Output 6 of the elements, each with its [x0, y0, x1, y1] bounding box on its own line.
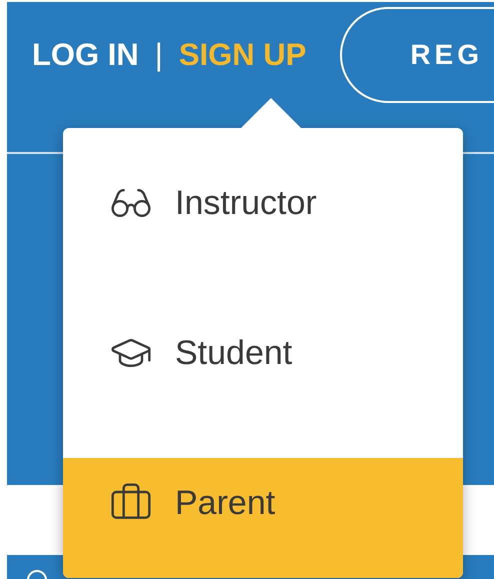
- separator: |: [154, 36, 163, 74]
- menu-item[interactable]: Student: [63, 308, 463, 428]
- login-link[interactable]: LOG IN: [32, 32, 139, 78]
- menu-item[interactable]: Parent: [63, 458, 463, 578]
- register-button[interactable]: REG: [340, 7, 494, 103]
- menu-item[interactable]: Instructor: [63, 158, 463, 278]
